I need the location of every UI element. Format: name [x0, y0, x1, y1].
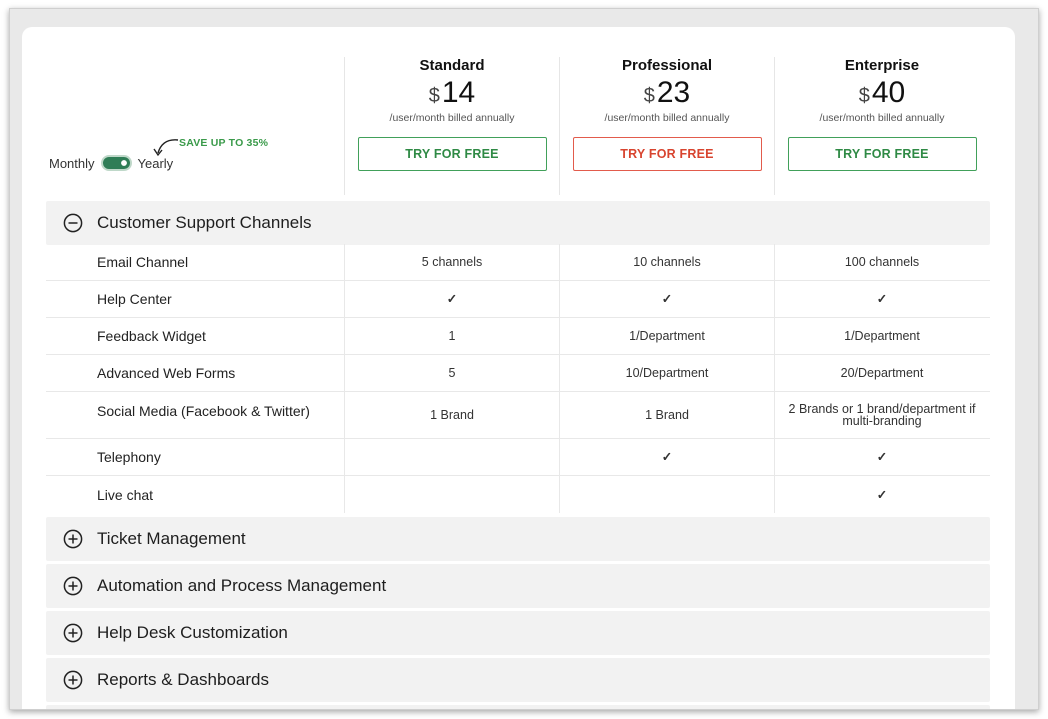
feature-value: 1 Brand — [344, 392, 559, 438]
feature-value: 1/Department — [774, 318, 989, 354]
table-row: Advanced Web Forms 5 10/Department 20/De… — [46, 355, 990, 392]
section-next-collapsed[interactable] — [46, 705, 990, 709]
try-for-free-button-standard[interactable]: TRY FOR FREE — [357, 137, 547, 171]
section-ticket-management[interactable]: Ticket Management — [46, 517, 990, 561]
plan-professional: Professional $ 23 /user/month billed ann… — [559, 57, 774, 195]
try-for-free-button-professional[interactable]: TRY FOR FREE — [572, 137, 762, 171]
try-for-free-button-enterprise[interactable]: TRY FOR FREE — [787, 137, 977, 171]
billing-period: /user/month billed annually — [819, 112, 945, 124]
monthly-label[interactable]: Monthly — [49, 156, 95, 171]
feature-name: Help Center — [97, 291, 172, 307]
section-reports-dashboards[interactable]: Reports & Dashboards — [46, 658, 990, 702]
plus-circle-icon — [63, 529, 83, 549]
billing-toggle: Monthly Yearly — [49, 155, 173, 171]
section-customer-support-channels[interactable]: Customer Support Channels — [46, 201, 990, 245]
check-icon: ✓ — [344, 281, 559, 317]
switch-knob — [118, 158, 129, 168]
plan-name: Standard — [419, 57, 485, 74]
feature-value: 20/Department — [774, 355, 989, 391]
plus-circle-icon — [63, 623, 83, 643]
section-help-desk-customization[interactable]: Help Desk Customization — [46, 611, 990, 655]
feature-value: 10 channels — [559, 244, 774, 280]
feature-value: 5 channels — [344, 244, 559, 280]
feature-table: Email Channel 5 channels 10 channels 100… — [46, 244, 990, 513]
plan-price: $ 14 — [345, 76, 559, 110]
plan-enterprise: Enterprise $ 40 /user/month billed annua… — [774, 57, 989, 195]
feature-value — [559, 476, 774, 513]
billing-toggle-area: SAVE UP TO 35% Monthly Yearly — [49, 137, 349, 187]
plan-price: $ 40 — [775, 76, 989, 110]
section-automation-process-management[interactable]: Automation and Process Management — [46, 564, 990, 608]
table-row: Email Channel 5 channels 10 channels 100… — [46, 244, 990, 281]
yearly-label[interactable]: Yearly — [138, 156, 174, 171]
check-icon: ✓ — [774, 439, 989, 475]
pricing-header: SAVE UP TO 35% Monthly Yearly Standard $… — [22, 27, 1015, 195]
feature-value — [344, 439, 559, 475]
section-title: Automation and Process Management — [97, 576, 387, 595]
feature-value: 1 — [344, 318, 559, 354]
feature-name: Advanced Web Forms — [97, 365, 236, 381]
feature-value: 1 Brand — [559, 392, 774, 438]
check-icon: ✓ — [774, 281, 989, 317]
feature-name: Social Media (Facebook & Twitter) — [97, 403, 310, 419]
table-row: Live chat ✓ — [46, 476, 990, 513]
section-title: Reports & Dashboards — [97, 670, 269, 689]
currency-symbol: $ — [858, 85, 870, 107]
plus-circle-icon — [63, 670, 83, 690]
plan-name: Enterprise — [844, 57, 920, 74]
feature-value: 10/Department — [559, 355, 774, 391]
currency-symbol: $ — [428, 85, 440, 107]
check-icon: ✓ — [559, 439, 774, 475]
table-row: Telephony ✓ ✓ — [46, 439, 990, 476]
feature-name: Live chat — [97, 486, 154, 503]
table-row: Social Media (Facebook & Twitter) 1 Bran… — [46, 392, 990, 439]
plan-standard: Standard $ 14 /user/month billed annuall… — [344, 57, 559, 195]
price-amount: 23 — [656, 76, 691, 109]
currency-symbol: $ — [643, 85, 655, 107]
table-row: Feedback Widget 1 1/Department 1/Departm… — [46, 318, 990, 355]
table-row: Help Center ✓ ✓ ✓ — [46, 281, 990, 318]
feature-value: 1/Department — [559, 318, 774, 354]
check-icon: ✓ — [559, 281, 774, 317]
save-note: SAVE UP TO 35% — [179, 137, 269, 149]
price-amount: 14 — [441, 76, 476, 109]
browser-frame: SAVE UP TO 35% Monthly Yearly Standard $… — [9, 8, 1039, 710]
price-amount: 40 — [871, 76, 906, 109]
feature-value — [344, 476, 559, 513]
section-title: Help Desk Customization — [97, 623, 288, 642]
billing-period: /user/month billed annually — [389, 112, 515, 124]
check-icon: ✓ — [774, 476, 989, 513]
feature-value: 100 channels — [774, 244, 989, 280]
minus-circle-icon — [63, 213, 83, 233]
section-title: Customer Support Channels — [97, 213, 312, 232]
pricing-card: SAVE UP TO 35% Monthly Yearly Standard $… — [22, 27, 1015, 709]
feature-name: Email Channel — [97, 254, 189, 270]
billing-period: /user/month billed annually — [604, 112, 730, 124]
billing-switch[interactable] — [100, 155, 132, 171]
plan-price: $ 23 — [560, 76, 774, 110]
feature-name: Feedback Widget — [97, 328, 206, 344]
section-title: Ticket Management — [97, 529, 246, 548]
feature-name: Telephony — [97, 449, 161, 465]
feature-value: 2 Brands or 1 brand/department if multi-… — [774, 392, 989, 438]
plus-circle-icon — [63, 576, 83, 596]
plan-name: Professional — [621, 57, 713, 74]
feature-value: 5 — [344, 355, 559, 391]
